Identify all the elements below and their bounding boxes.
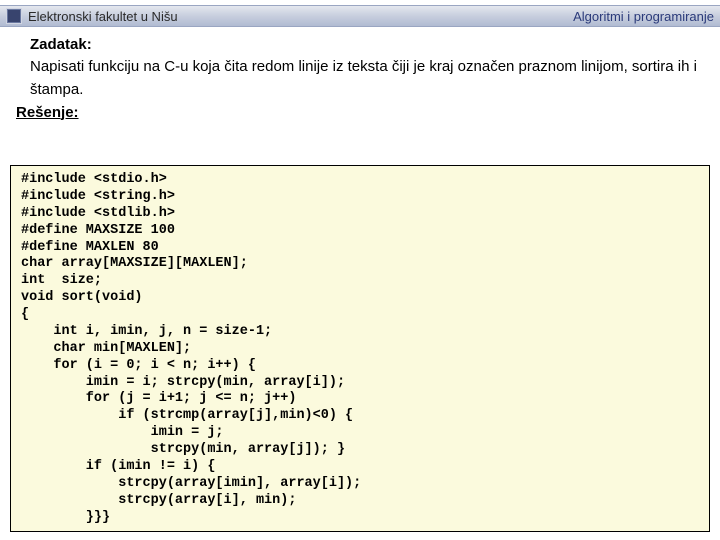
content-area: Zadatak: Napisati funkciju na C-u koja č… <box>30 34 708 125</box>
code-text: #include <stdio.h> #include <string.h> #… <box>21 172 699 526</box>
solution-title: Rešenje: <box>16 104 708 121</box>
course-name: Algoritmi i programiranje <box>573 9 714 24</box>
institution-name: Elektronski fakultet u Nišu <box>28 9 178 24</box>
logo-box-icon <box>6 8 22 24</box>
header-left: Elektronski fakultet u Nišu <box>6 8 178 24</box>
code-block: #include <stdio.h> #include <string.h> #… <box>10 165 710 532</box>
task-body: Napisati funkciju na C-u koja čita redom… <box>30 55 708 102</box>
slide: Elektronski fakultet u Nišu Algoritmi i … <box>0 0 720 540</box>
header-bar: Elektronski fakultet u Nišu Algoritmi i … <box>0 5 720 27</box>
task-title: Zadatak: <box>30 36 708 53</box>
